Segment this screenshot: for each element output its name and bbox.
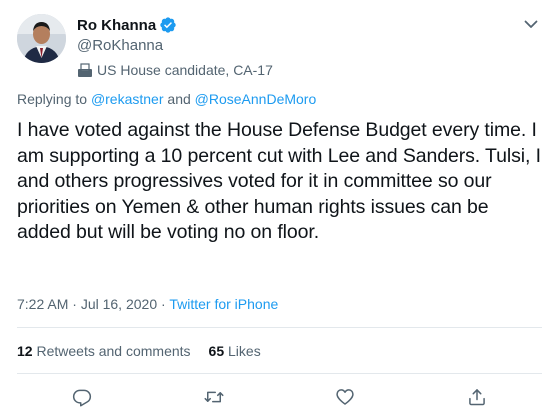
ballot-box-icon [77, 62, 93, 78]
divider [17, 373, 542, 374]
tweet-card: Ro Khanna @RoKhanna US House candidate, … [0, 0, 560, 415]
tweet-stats: 12 Retweets and comments 65 Likes [17, 343, 261, 359]
like-icon[interactable] [334, 386, 356, 408]
likes-count: 65 [208, 343, 225, 359]
share-icon[interactable] [466, 386, 488, 408]
meta-separator: · [161, 296, 166, 312]
replying-to-conjunction: and [167, 91, 191, 107]
author-handle[interactable]: @RoKhanna [77, 36, 273, 56]
tweet-time[interactable]: 7:22 AM [17, 296, 68, 312]
divider [17, 327, 542, 328]
tweet-text: I have voted against the House Defense B… [17, 119, 541, 244]
avatar[interactable] [17, 14, 66, 63]
tweet-date[interactable]: Jul 16, 2020 [81, 296, 157, 312]
tweet-source-link[interactable]: Twitter for iPhone [169, 296, 278, 312]
retweets-label: Retweets and comments [36, 343, 191, 359]
likes-stat[interactable]: 65 Likes [209, 343, 261, 359]
meta-separator: · [72, 296, 77, 312]
action-bar [0, 380, 560, 412]
retweets-count: 12 [17, 343, 33, 359]
mention-link-1[interactable]: @rekastner [91, 91, 164, 107]
author-display-name[interactable]: Ro Khanna [77, 17, 156, 34]
retweets-stat[interactable]: 12 Retweets and comments [17, 343, 191, 359]
replying-to: Replying to @rekastner and @RoseAnnDeMor… [17, 91, 316, 107]
author-label: US House candidate, CA-17 [97, 62, 273, 78]
more-options-chevron-icon[interactable] [522, 15, 540, 33]
mention-link-2[interactable]: @RoseAnnDeMoro [195, 91, 317, 107]
avatar-photo [17, 14, 66, 63]
verified-badge-icon [159, 16, 177, 34]
reply-icon[interactable] [71, 386, 93, 408]
likes-label: Likes [228, 343, 261, 359]
replying-to-prefix: Replying to [17, 91, 88, 107]
tweet-meta: 7:22 AM · Jul 16, 2020 · Twitter for iPh… [17, 296, 278, 312]
author-info: Ro Khanna @RoKhanna US House candidate, … [77, 15, 273, 80]
retweet-icon[interactable] [203, 386, 225, 408]
